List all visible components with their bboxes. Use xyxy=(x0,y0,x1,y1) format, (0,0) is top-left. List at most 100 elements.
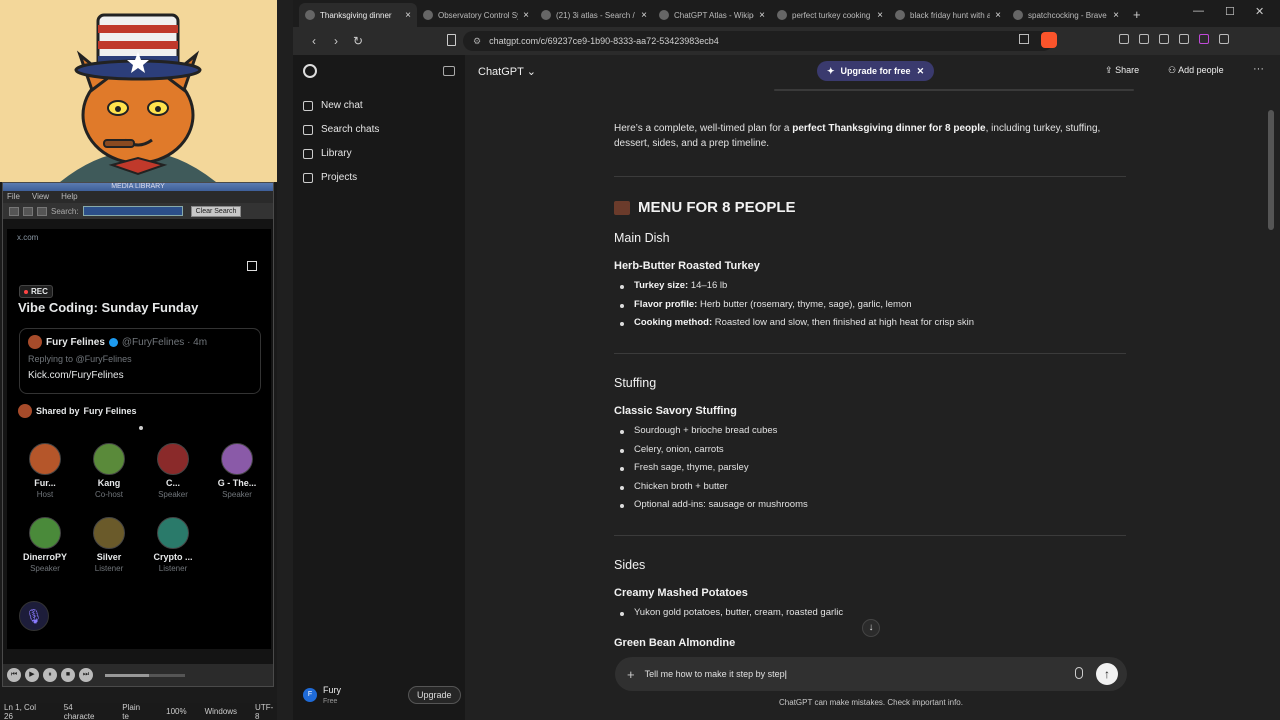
wallet-icon[interactable] xyxy=(1159,34,1169,44)
sidebar-item-search-chats[interactable]: Search chats xyxy=(303,124,379,135)
browser-tab[interactable]: Thanksgiving dinner × xyxy=(299,3,417,27)
scrollbar-thumb[interactable] xyxy=(1268,110,1274,230)
sidebar-item-projects[interactable]: Projects xyxy=(303,172,357,183)
participant[interactable]: Kang Co-host xyxy=(77,443,141,513)
menu-view[interactable]: View xyxy=(32,191,49,203)
url-text[interactable]: chatgpt.com/c/69237ce9-1b90-8333-aa72-53… xyxy=(489,36,719,46)
avatar[interactable]: F xyxy=(303,688,317,702)
clear-search-button[interactable]: Clear Search xyxy=(190,205,242,217)
upgrade-button[interactable]: Upgrade xyxy=(408,686,461,704)
microphone-button[interactable]: 🎙 xyxy=(19,601,49,631)
participant[interactable]: Silver Listener xyxy=(77,517,141,587)
shared-by-name: Fury Felines xyxy=(83,406,137,416)
browser-tab[interactable]: perfect turkey cooking w × xyxy=(771,3,889,27)
tab-close-icon[interactable]: × xyxy=(641,10,647,21)
toolbar-view-icon[interactable] xyxy=(9,206,19,216)
bookmark-icon[interactable] xyxy=(447,34,456,46)
browser-window: Thanksgiving dinner × Observatory Control … xyxy=(293,0,1280,720)
avatar[interactable] xyxy=(29,517,61,549)
seek-bar[interactable] xyxy=(105,673,185,677)
minimize-icon[interactable]: — xyxy=(1193,5,1204,17)
person-add-icon: ⚇ xyxy=(1168,65,1177,75)
composer-input[interactable]: Tell me how to make it step by step xyxy=(645,669,785,679)
leo-ai-icon[interactable] xyxy=(1199,34,1209,44)
menu-icon[interactable] xyxy=(1219,34,1229,44)
browser-tab[interactable]: black friday hunt with a × xyxy=(889,3,1007,27)
toolbar-details-icon[interactable] xyxy=(37,206,47,216)
model-selector[interactable]: ChatGPT ⌄ xyxy=(478,65,536,78)
list-item: Celery, onion, carrots xyxy=(620,443,808,462)
reload-icon[interactable]: ↻ xyxy=(347,34,369,48)
tweet-card[interactable]: Fury Felines @FuryFelines · 4m Replying … xyxy=(19,328,261,394)
send-button[interactable]: ↑ xyxy=(1096,663,1118,685)
share-button[interactable]: ⇪ Share xyxy=(1105,65,1139,76)
previous-icon[interactable]: ⏮ xyxy=(7,668,21,682)
close-window-icon[interactable]: ✕ xyxy=(1255,5,1264,18)
user-profile[interactable]: F Fury Free xyxy=(303,685,341,705)
tweet-author[interactable]: Fury Felines xyxy=(46,337,105,348)
sidebar-toggle-icon[interactable] xyxy=(443,66,455,76)
site-info-icon[interactable]: ⚙ xyxy=(473,36,481,47)
add-people-button[interactable]: ⚇ Add people xyxy=(1168,65,1224,76)
expand-icon[interactable] xyxy=(247,261,257,271)
extensions-icon[interactable] xyxy=(1179,34,1189,44)
sidebar-item-new-chat[interactable]: New chat xyxy=(303,100,363,111)
participant-role: Speaker xyxy=(222,490,252,499)
avatar[interactable] xyxy=(157,443,189,475)
tab-close-icon[interactable]: × xyxy=(405,10,411,21)
tab-close-icon[interactable]: × xyxy=(1113,10,1119,21)
green-bean-title: Green Bean Almondine xyxy=(614,637,736,649)
seek-bar-fill xyxy=(105,673,149,677)
menu-file[interactable]: File xyxy=(7,191,20,203)
new-tab-button[interactable]: + xyxy=(1125,3,1149,27)
browser-tab[interactable]: spatchcocking - Brave S × xyxy=(1007,3,1125,27)
stop-icon[interactable]: ■ xyxy=(61,668,75,682)
brave-shields-icon[interactable] xyxy=(1041,32,1057,48)
close-icon[interactable]: ✕ xyxy=(917,66,925,77)
pause-icon[interactable]: ⏸ xyxy=(43,668,57,682)
participant-name: DinerroPY xyxy=(22,552,67,562)
plus-icon[interactable]: + xyxy=(627,667,635,682)
tab-close-icon[interactable]: × xyxy=(877,10,883,21)
tab-close-icon[interactable]: × xyxy=(995,10,1001,21)
microphone-icon[interactable] xyxy=(1075,667,1083,679)
sidebar-item-library[interactable]: Library xyxy=(303,148,352,159)
participant[interactable]: G - The... Speaker xyxy=(205,443,269,513)
message-composer[interactable]: + Tell me how to make it step by step | ↑ xyxy=(615,657,1127,691)
toolbar-list-icon[interactable] xyxy=(23,206,33,216)
vpn-icon[interactable] xyxy=(1119,34,1129,44)
back-icon[interactable]: ‹ xyxy=(303,34,325,48)
participant[interactable]: Fur... Host xyxy=(13,443,77,513)
forward-icon[interactable]: › xyxy=(325,34,347,48)
next-icon[interactable]: ⏭ xyxy=(79,668,93,682)
share-page-icon[interactable] xyxy=(1019,34,1029,44)
shared-by-label: Shared by xyxy=(36,406,80,416)
media-search-input[interactable] xyxy=(82,206,183,216)
chatgpt-logo-icon[interactable] xyxy=(303,64,317,78)
participant[interactable]: C... Speaker xyxy=(141,443,205,513)
avatar[interactable] xyxy=(29,443,61,475)
tweet-link[interactable]: Kick.com/FuryFelines xyxy=(28,370,252,381)
menu-help[interactable]: Help xyxy=(61,191,77,203)
avatar[interactable] xyxy=(93,517,125,549)
avatar[interactable] xyxy=(157,517,189,549)
tweet-author-avatar[interactable] xyxy=(28,335,42,349)
more-options-icon[interactable]: ··· xyxy=(1253,63,1264,75)
address-bar[interactable]: ⚙ chatgpt.com/c/69237ce9-1b90-8333-aa72-… xyxy=(463,31,1053,51)
scroll-down-button[interactable]: ↓ xyxy=(862,619,880,637)
avatar[interactable] xyxy=(93,443,125,475)
browser-tab[interactable]: ChatGPT Atlas - Wikipec × xyxy=(653,3,771,27)
tab-close-icon[interactable]: × xyxy=(759,10,765,21)
participant[interactable]: DinerroPY Speaker xyxy=(13,517,77,587)
avatar[interactable] xyxy=(221,443,253,475)
upgrade-for-free-pill[interactable]: ✦ Upgrade for free ✕ xyxy=(817,61,935,81)
browser-tab[interactable]: (21) 3i atlas - Search / X × xyxy=(535,3,653,27)
tab-favicon-icon xyxy=(541,10,551,20)
maximize-icon[interactable]: ☐ xyxy=(1225,5,1235,18)
browser-tab[interactable]: Observatory Control Sys × xyxy=(417,3,535,27)
participant[interactable]: Crypto ... Listener xyxy=(141,517,205,587)
tab-close-icon[interactable]: × xyxy=(523,10,529,21)
sidebar-icon[interactable] xyxy=(1139,34,1149,44)
play-icon[interactable]: ▶ xyxy=(25,668,39,682)
status-format: Plain te xyxy=(122,702,141,720)
